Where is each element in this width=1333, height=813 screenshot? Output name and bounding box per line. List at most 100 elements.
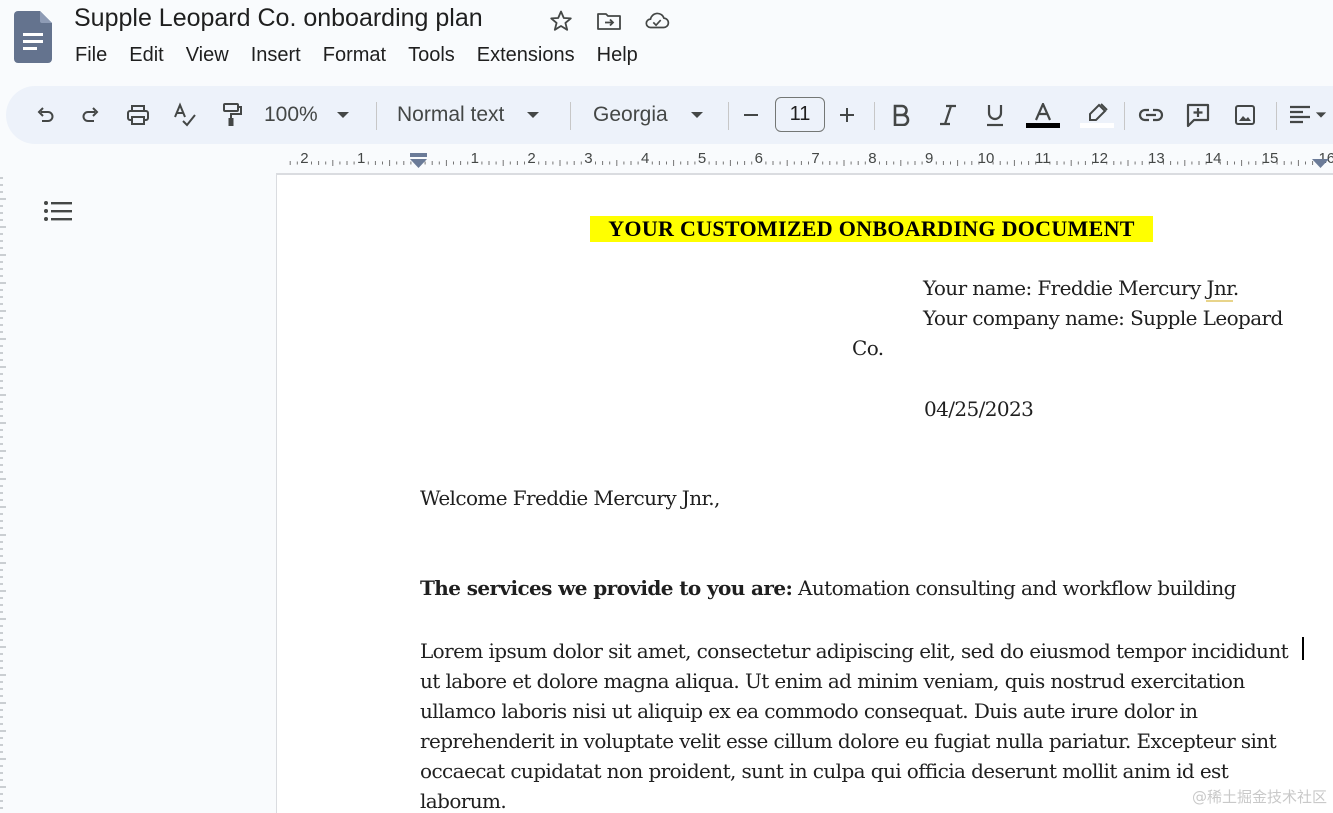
- plus-icon: [840, 108, 854, 122]
- link-icon: [1138, 108, 1164, 122]
- ruler-label: 3: [584, 150, 592, 167]
- zoom-value: 100%: [264, 103, 318, 126]
- greeting-line[interactable]: Welcome Freddie Mercury Jnr.,: [420, 486, 720, 510]
- ruler-label: 1: [357, 150, 365, 167]
- minus-icon: [744, 114, 758, 116]
- toolbar-divider: [874, 102, 875, 130]
- ruler-label: 15: [1262, 150, 1279, 167]
- decrease-font-size-button[interactable]: [738, 86, 764, 144]
- add-comment-icon: [1186, 103, 1210, 128]
- ruler-label: 1: [471, 150, 479, 167]
- menu-insert[interactable]: Insert: [240, 44, 312, 67]
- underline-icon: [987, 105, 1003, 127]
- redo-button[interactable]: [76, 86, 106, 144]
- insert-link-button[interactable]: [1136, 86, 1166, 144]
- ruler-label: 7: [811, 150, 819, 167]
- ruler-label: 2: [300, 150, 308, 167]
- horizontal-ruler[interactable]: 2 1 1 2 3 4 5 6 7 8 9 10 11 12 13 14 15 16: [276, 144, 1333, 174]
- ruler-label: 13: [1148, 150, 1165, 167]
- name-prefix: Your name: Freddie Mercury: [923, 276, 1207, 300]
- zoom-select[interactable]: 100%: [264, 86, 354, 144]
- document-outline-icon[interactable]: [42, 199, 74, 225]
- document-date[interactable]: 04/25/2023: [924, 397, 1034, 421]
- spellcheck-button[interactable]: [170, 86, 200, 144]
- menu-edit[interactable]: Edit: [118, 44, 174, 67]
- company-name-continuation[interactable]: Co.: [852, 336, 884, 360]
- services-line[interactable]: The services we provide to you are: Auto…: [420, 576, 1236, 600]
- chevron-down-icon: [527, 112, 540, 118]
- body-line: occaecat cupidatat non proident, sunt in…: [420, 759, 1229, 783]
- services-label: The services we provide to you are:: [420, 576, 793, 600]
- document-heading[interactable]: YOUR CUSTOMIZED ONBOARDING DOCUMENT: [590, 216, 1153, 242]
- undo-button[interactable]: [30, 86, 60, 144]
- underline-button[interactable]: [980, 86, 1010, 144]
- menu-format[interactable]: Format: [312, 44, 397, 67]
- menu-tools[interactable]: Tools: [397, 44, 466, 67]
- ruler-label: 8: [868, 150, 876, 167]
- body-line: ut labore et dolore magna aliqua. Ut eni…: [420, 669, 1245, 693]
- document-title[interactable]: Supple Leopard Co. onboarding plan: [74, 4, 483, 33]
- ruler-label: 2: [527, 150, 535, 167]
- docs-logo-icon[interactable]: [14, 11, 52, 63]
- toolbar-divider: [728, 102, 729, 130]
- highlighter-pen-icon: [1089, 102, 1108, 121]
- menu-bar: File Edit View Insert Format Tools Exten…: [64, 40, 649, 70]
- star-icon[interactable]: [548, 8, 574, 34]
- highlight-color-button[interactable]: [1078, 86, 1116, 144]
- text-cursor: [1302, 637, 1304, 660]
- chevron-down-icon: [336, 112, 349, 118]
- company-name-line[interactable]: Your company name: Supple Leopard: [923, 306, 1283, 330]
- cloud-saved-icon[interactable]: [644, 8, 670, 34]
- paragraph-style-select[interactable]: Normal text: [397, 86, 557, 144]
- recipient-name-line[interactable]: Your name: Freddie Mercury Jnr.: [923, 276, 1239, 302]
- ruler-label: 6: [755, 150, 763, 167]
- redo-icon: [82, 107, 99, 122]
- toolbar-divider: [1124, 102, 1125, 130]
- image-icon: [1235, 105, 1255, 125]
- services-value: Automation consulting and workflow build…: [792, 576, 1236, 600]
- vertical-ruler[interactable]: [0, 174, 6, 813]
- paint-format-button[interactable]: [217, 86, 247, 144]
- body-line: reprehenderit in voluptate velit esse ci…: [420, 729, 1277, 753]
- document-outline-panel: [0, 174, 276, 813]
- bold-button[interactable]: [886, 86, 916, 144]
- text-color-icon: [1034, 102, 1052, 120]
- add-comment-button[interactable]: [1183, 86, 1213, 144]
- paint-roller-icon: [223, 103, 242, 126]
- increase-font-size-button[interactable]: [834, 86, 860, 144]
- text-color-swatch: [1026, 122, 1060, 128]
- move-folder-icon[interactable]: [596, 8, 622, 34]
- menu-help[interactable]: Help: [586, 44, 649, 67]
- align-select[interactable]: [1288, 86, 1332, 144]
- menu-file[interactable]: File: [64, 44, 118, 67]
- ruler-label: 14: [1205, 150, 1222, 167]
- chevron-down-icon: [1315, 112, 1327, 118]
- menu-view[interactable]: View: [175, 44, 240, 67]
- toolbar-divider: [570, 102, 571, 130]
- print-icon: [127, 105, 149, 125]
- body-line: laborum.: [420, 789, 507, 813]
- bold-icon: [893, 104, 910, 126]
- menu-extensions[interactable]: Extensions: [466, 44, 586, 67]
- ruler-label: 5: [698, 150, 706, 167]
- text-color-button[interactable]: [1024, 86, 1062, 144]
- ruler-label: 9: [925, 150, 933, 167]
- ruler-label: 4: [641, 150, 649, 167]
- body-paragraph[interactable]: Lorem ipsum dolor sit amet, consectetur …: [420, 636, 1320, 813]
- font-family-select[interactable]: Georgia: [593, 86, 713, 144]
- ruler-label: 11: [1035, 150, 1051, 167]
- italic-button[interactable]: [933, 86, 963, 144]
- ruler-label: 10: [978, 150, 995, 167]
- name-suffix: .: [1232, 276, 1239, 300]
- insert-image-button[interactable]: [1230, 86, 1260, 144]
- font-family-value: Georgia: [593, 103, 668, 126]
- ruler-label: 12: [1091, 150, 1108, 167]
- print-button[interactable]: [123, 86, 153, 144]
- toolbar-divider: [376, 102, 377, 130]
- toolbar-divider: [1276, 102, 1277, 130]
- misspelled-word[interactable]: Jnr: [1206, 276, 1234, 302]
- italic-icon: [940, 104, 956, 126]
- font-size-input[interactable]: 11: [775, 97, 825, 132]
- undo-icon: [37, 107, 54, 122]
- highlight-color-swatch: [1080, 122, 1114, 128]
